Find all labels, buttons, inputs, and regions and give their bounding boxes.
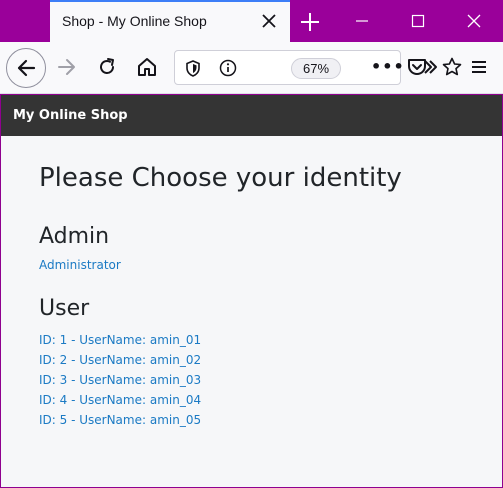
app-menu-button[interactable]	[467, 55, 491, 79]
user-link[interactable]: ID: 2 - UserName: amin_02	[39, 350, 201, 370]
shield-icon[interactable]	[185, 60, 201, 77]
user-section-title: User	[39, 296, 90, 321]
zoom-level-indicator[interactable]: 67%	[291, 58, 341, 79]
site-navbar: My Online Shop	[1, 95, 502, 136]
extensions-chevron-icon	[424, 60, 437, 74]
navigation-toolbar: 67% •••	[0, 42, 503, 94]
plus-icon[interactable]	[297, 9, 323, 35]
back-button[interactable]	[6, 48, 46, 88]
minimize-button[interactable]	[334, 0, 390, 42]
page-actions-menu-icon[interactable]: •••	[371, 57, 405, 76]
tab-title: Shop - My Online Shop	[62, 13, 207, 29]
star-icon	[442, 57, 462, 76]
window-close-icon	[467, 14, 481, 28]
extensions-overflow-button[interactable]	[421, 57, 439, 77]
page-title: Please Choose your identity	[39, 163, 402, 193]
address-bar[interactable]: 67% •••	[174, 50, 404, 85]
site-brand[interactable]: My Online Shop	[13, 108, 128, 123]
user-link[interactable]: ID: 4 - UserName: amin_04	[39, 390, 201, 410]
forward-arrow-icon	[58, 59, 75, 75]
administrator-link[interactable]: Administrator	[39, 258, 121, 272]
admin-section-title: Admin	[39, 224, 110, 249]
close-icon[interactable]	[260, 12, 278, 30]
forward-button[interactable]	[54, 54, 80, 80]
identity-chooser: Please Choose your identity Admin Admini…	[39, 161, 479, 427]
bookmark-button[interactable]	[440, 55, 464, 79]
reload-button[interactable]	[94, 54, 120, 80]
maximize-button[interactable]	[390, 0, 446, 42]
info-icon[interactable]	[219, 59, 237, 77]
user-link[interactable]: ID: 5 - UserName: amin_05	[39, 410, 201, 430]
user-link[interactable]: ID: 3 - UserName: amin_03	[39, 370, 201, 390]
user-link[interactable]: ID: 1 - UserName: amin_01	[39, 330, 201, 350]
browser-titlebar: Shop - My Online Shop	[0, 0, 503, 43]
window-close-button[interactable]	[446, 0, 502, 42]
active-tab[interactable]: Shop - My Online Shop	[50, 0, 290, 43]
home-icon	[138, 58, 156, 76]
home-button[interactable]	[134, 54, 160, 80]
back-arrow-icon	[17, 59, 36, 77]
hamburger-menu-icon	[472, 61, 486, 73]
web-page: My Online Shop Please Choose your identi…	[1, 95, 502, 487]
minimize-icon	[356, 20, 368, 22]
maximize-icon	[411, 14, 425, 28]
user-list: ID: 1 - UserName: amin_01 ID: 2 - UserNa…	[39, 330, 201, 430]
reload-icon	[100, 58, 114, 74]
